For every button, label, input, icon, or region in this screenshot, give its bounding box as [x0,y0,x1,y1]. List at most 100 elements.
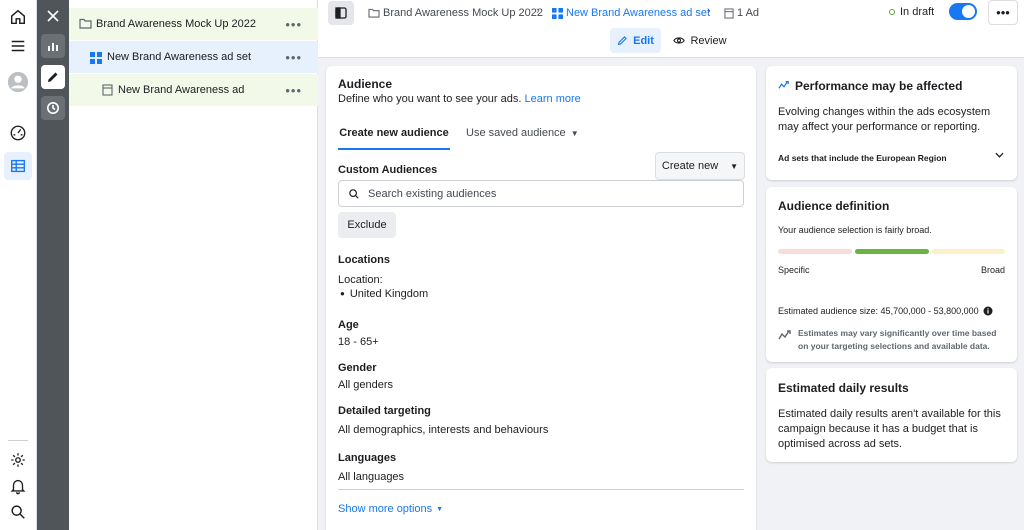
ads-manager-table-icon[interactable] [4,152,32,180]
location-prefix: Location: [338,274,383,286]
location-value: United Kingdom [349,288,429,300]
trend-line-icon [778,81,789,89]
european-region-label: Ad sets that include the European Region [778,153,947,163]
history-clock-icon[interactable] [41,96,65,120]
meter-segment-broad [932,249,1005,254]
tree-item-adset[interactable]: New Brand Awareness ad set ••• [69,41,318,73]
show-more-options-label: Show more options [338,503,433,515]
languages-label: Languages [338,452,397,464]
create-new-label: Create new [661,160,719,172]
detailed-targeting-value: All demographics, interests and behaviou… [338,424,549,436]
custom-audiences-label: Custom Audiences [338,164,438,176]
daily-results-title: Estimated daily results [778,381,909,395]
daily-results-text: Estimated daily results aren't available… [778,408,1001,450]
breadcrumb-chevron-icon: › [707,5,711,17]
bullet-icon: ● [340,289,345,298]
avatar[interactable] [6,70,30,94]
meter-specific-label: Specific [778,265,810,275]
caret-down-icon: ▼ [730,161,739,171]
audience-definition-card: Audience definition Your audience select… [766,187,1017,362]
campaign-more-button[interactable]: ••• [285,17,302,32]
performance-title: Performance may be affected [795,79,963,93]
age-value: 18 - 65+ [338,336,379,348]
breadcrumb-ad-label: 1 Ad [737,7,760,19]
rail-divider [8,440,28,441]
ad-set-on-off-toggle[interactable] [949,3,977,20]
performance-text: Evolving changes within the ads ecosyste… [778,106,991,133]
search-audiences-input[interactable] [368,187,728,200]
audience-definition-text: Your audience selection is fairly broad. [778,225,932,235]
breadcrumb-ad[interactable]: 1 Ad [724,6,759,20]
tab-review[interactable]: Review [671,28,729,53]
estimated-size-text: Estimated audience size: 45,700,000 - 53… [778,306,979,316]
breadcrumb-adset-label: New Brand Awareness ad set [566,7,711,19]
info-icon[interactable] [983,306,993,316]
adset-more-button[interactable]: ••• [285,50,302,65]
menu-icon[interactable] [7,35,29,57]
meter-segment-current [855,249,929,254]
gender-value: All genders [338,379,394,391]
tree-ad-label: New Brand Awareness ad [118,84,245,96]
section-divider [338,489,744,490]
tab-use-saved-audience-label: Use saved audience [466,127,566,139]
edit-pencil-icon[interactable] [41,65,65,89]
draft-status-label: In draft [900,6,935,18]
draft-status-icon [889,9,895,15]
tree-adset-label: New Brand Awareness ad set [107,51,252,63]
breadcrumb-chevron-icon: › [536,5,540,17]
ad-document-icon [724,7,734,19]
search-audiences-field[interactable] [338,180,744,207]
estimated-size-row: Estimated audience size: 45,700,000 - 53… [778,306,993,316]
adset-grid-icon [552,7,563,19]
caret-down-icon: ▼ [436,506,444,513]
tree-item-campaign[interactable]: Brand Awareness Mock Up 2022 ••• [69,8,318,40]
global-nav-rail [0,0,37,530]
trend-line-icon [778,330,791,340]
breadcrumb-adset[interactable]: New Brand Awareness ad set [552,6,710,20]
gender-label: Gender [338,362,377,374]
breadcrumb-campaign[interactable]: Brand Awareness Mock Up 2022 [368,6,543,20]
tab-review-label: Review [690,34,727,47]
audience-description: Define who you want to see your ads. Lea… [338,93,581,105]
detailed-targeting-label: Detailed targeting [338,405,431,417]
search-icon[interactable] [7,501,29,523]
estimate-note: Estimates may vary significantly over ti… [798,328,997,351]
audience-title: Audience [338,77,393,91]
tree-item-ad[interactable]: New Brand Awareness ad ••• [69,74,318,106]
exclude-button[interactable]: Exclude [338,212,396,238]
audience-card: Audience Define who you want to see your… [326,66,756,530]
editor-toolbar-strip [37,0,69,530]
languages-value: All languages [338,471,405,483]
folder-icon [79,18,92,29]
reporting-chart-icon[interactable] [41,34,65,58]
more-options-button[interactable]: ••• [988,0,1018,25]
close-icon[interactable] [41,4,65,28]
tab-use-saved-audience[interactable]: Use saved audience ▼ [466,124,579,150]
campaign-tree-panel: Brand Awareness Mock Up 2022 ••• New Bra… [69,0,318,530]
meter-broad-label: Broad [980,265,1005,275]
learn-more-link[interactable]: Learn more [525,93,581,105]
show-more-options-link[interactable]: Show more options ▼ [338,503,443,515]
tab-edit[interactable]: Edit [610,28,661,53]
home-icon[interactable] [7,6,29,28]
dashboard-icon[interactable] [7,122,29,144]
european-region-row[interactable]: Ad sets that include the European Region [778,150,1006,164]
audience-description-text: Define who you want to see your ads. [338,93,522,105]
tab-create-new-audience[interactable]: Create new audience [338,124,450,150]
tree-campaign-label: Brand Awareness Mock Up 2022 [96,18,256,30]
performance-card: Performance may be affected Evolving cha… [766,66,1017,180]
notifications-bell-icon[interactable] [7,475,29,497]
sidebar-panel-icon [335,7,347,19]
settings-gear-icon[interactable] [7,449,29,471]
chevron-down-icon [995,152,1004,158]
audience-definition-title: Audience definition [778,199,890,213]
ad-more-button[interactable]: ••• [285,83,302,98]
ad-document-icon [102,84,113,96]
estimated-daily-results-card: Estimated daily results Estimated daily … [766,368,1017,462]
meter-segment-specific [778,249,852,254]
create-new-button[interactable]: Create new ▼ [655,152,745,180]
caret-down-icon: ▼ [570,129,579,138]
age-label: Age [338,319,359,331]
eye-icon [673,37,686,44]
toggle-sidebar-button[interactable] [328,1,354,25]
